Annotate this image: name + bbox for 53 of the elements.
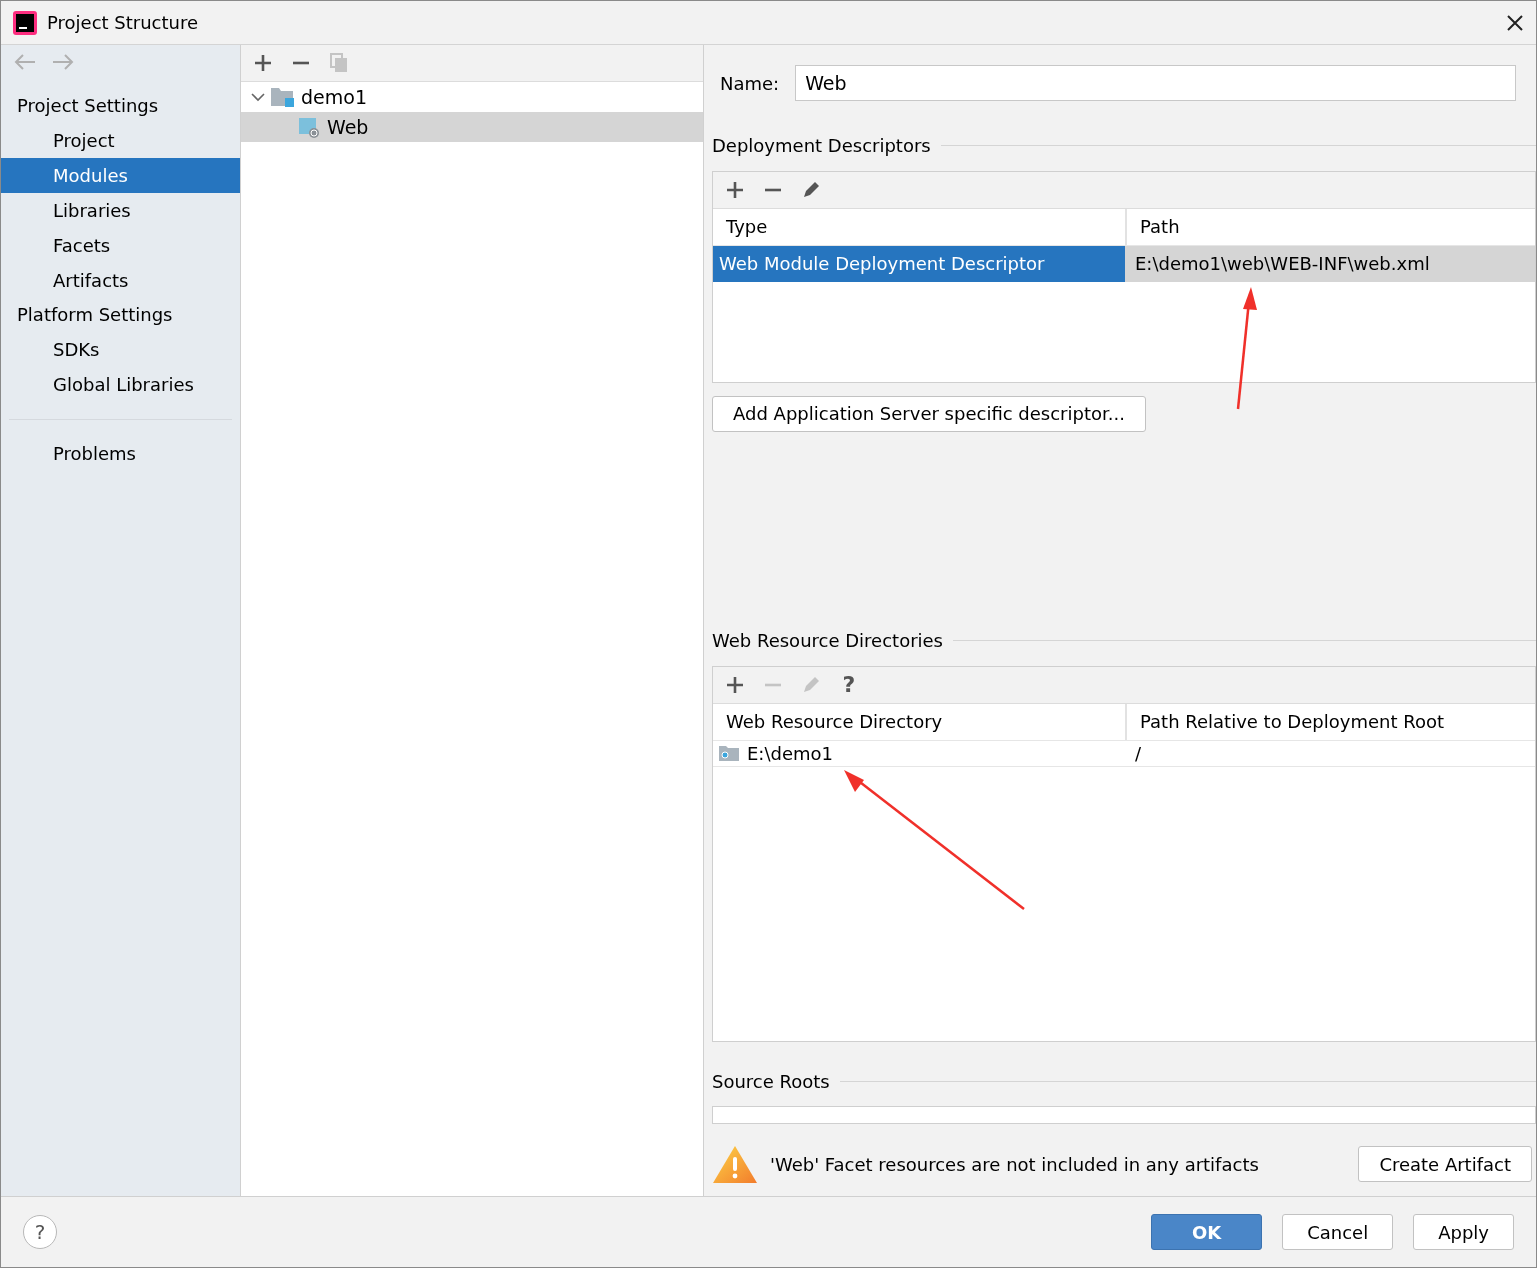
create-artifact-button[interactable]: Create Artifact	[1358, 1146, 1532, 1182]
remove-icon	[764, 187, 782, 192]
help-button[interactable]: ?	[837, 672, 861, 697]
tree-item-label: Web	[327, 116, 369, 138]
sidebar-item[interactable]: SDKs	[1, 332, 240, 367]
help-button[interactable]: ?	[23, 1215, 57, 1249]
column-header: Type	[725, 215, 769, 240]
sidebar-section-title: Platform Settings	[16, 303, 174, 327]
sidebar-item[interactable]: Project	[1, 123, 240, 158]
window-title: Project Structure	[47, 12, 200, 33]
section-title: Deployment Descriptors	[712, 135, 931, 157]
sidebar-item[interactable]: Artifacts	[1, 263, 240, 298]
name-field[interactable]: Web	[795, 65, 1516, 101]
column-header: Path	[1125, 208, 1535, 245]
copy-icon	[330, 53, 348, 73]
table-cell: /	[1135, 742, 1142, 764]
chevron-down-icon[interactable]	[251, 90, 265, 104]
section-title: Source Roots	[712, 1070, 830, 1092]
section-title: Web Resource Directories	[712, 630, 943, 652]
dialog-button[interactable]: OK	[1150, 1214, 1263, 1250]
web-module-icon	[299, 116, 321, 138]
add-icon	[726, 675, 744, 694]
sidebar-item[interactable]: Facets	[1, 228, 240, 263]
warning-icon	[712, 1144, 758, 1184]
table-cell: E:\demo1\web\WEB-INF\web.xml	[1135, 253, 1430, 275]
add-descriptor-button[interactable]: Add Application Server specific descriptor...	[712, 395, 1146, 432]
name-label: Name:	[720, 72, 780, 94]
pencil-icon	[801, 179, 821, 200]
module-folder-icon	[271, 86, 295, 108]
warning-message: 'Web' Facet resources are not included in any artifacts	[770, 1153, 1260, 1175]
remove-icon	[292, 61, 310, 65]
table-cell: E:\demo1	[747, 742, 833, 764]
sidebar-item[interactable]: Global Libraries	[1, 367, 240, 402]
column-header: Web Resource Directory	[725, 710, 944, 735]
column-header: Path Relative to Deployment Root	[1125, 703, 1535, 740]
tree-item-label: demo1	[301, 86, 367, 108]
dialog-button[interactable]: Cancel	[1282, 1214, 1394, 1250]
close-icon[interactable]	[1506, 13, 1524, 32]
sidebar-item[interactable]: Modules	[1, 158, 240, 193]
add-icon	[726, 180, 744, 199]
app-logo-icon	[13, 10, 37, 35]
pencil-icon	[801, 674, 821, 695]
tree-item[interactable]: Web	[241, 112, 703, 142]
folder-icon	[719, 745, 739, 762]
sidebar-item[interactable]: Problems	[1, 436, 240, 471]
table-cell: Web Module Deployment Descriptor	[719, 253, 1045, 275]
dialog-button[interactable]: Apply	[1413, 1214, 1514, 1250]
sidebar-section-title: Project Settings	[16, 94, 160, 118]
remove-icon	[764, 682, 782, 687]
sidebar-item[interactable]: Libraries	[1, 193, 240, 228]
tree-item[interactable]: demo1	[241, 82, 703, 112]
table-row[interactable]: E:\demo1 /	[713, 740, 1535, 767]
add-icon	[254, 54, 272, 72]
